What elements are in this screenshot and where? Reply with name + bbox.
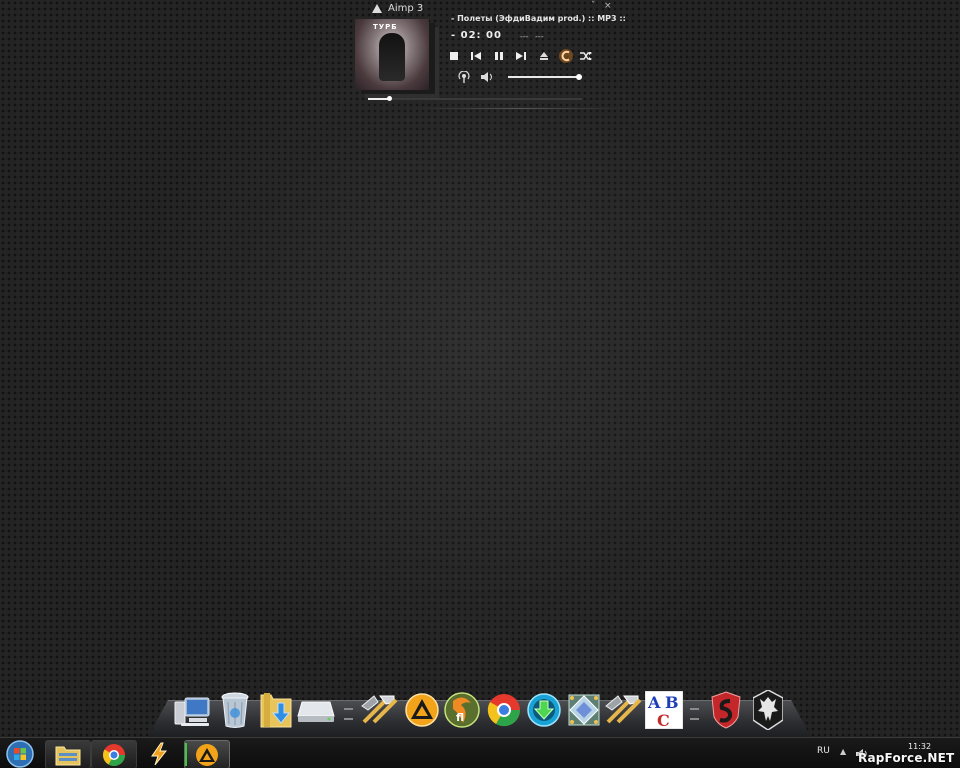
aimp-title: Aimp 3	[388, 2, 424, 14]
taskbar-item-chrome[interactable]	[91, 740, 137, 768]
taskbar: RU ▲ 11:32	[0, 737, 960, 768]
dock-item-shield-app[interactable]	[706, 690, 746, 730]
shield-icon	[711, 691, 741, 729]
eject-icon	[540, 52, 548, 60]
recycle-bin-icon	[221, 692, 249, 728]
folder-icon	[55, 746, 81, 765]
radio-button[interactable]	[458, 70, 470, 84]
abc-icon: A B C	[645, 691, 683, 729]
svg-text:fl: fl	[456, 711, 464, 724]
dock-separator	[690, 708, 699, 720]
active-indicator	[185, 743, 187, 766]
seek-bar[interactable]	[368, 96, 582, 101]
next-icon	[516, 52, 526, 60]
widget-divider	[420, 108, 620, 109]
abc-letter-c: C	[657, 711, 670, 729]
dock-item-download-manager[interactable]	[524, 690, 564, 730]
chrome-icon	[487, 694, 521, 727]
dock-item-fl-studio[interactable]: fl	[442, 690, 482, 730]
taskbar-item-winamp[interactable]	[137, 740, 181, 767]
volume-slider[interactable]	[508, 74, 583, 80]
dock-item-skyrim[interactable]	[748, 690, 788, 730]
language-indicator[interactable]: RU	[817, 746, 830, 756]
dock-item-downloads[interactable]	[256, 690, 296, 730]
abc-letter-a: A	[647, 693, 661, 712]
aimp-icon	[405, 693, 439, 727]
hammer-icon	[605, 695, 642, 724]
chrome-icon	[103, 743, 125, 766]
dock-item-abc[interactable]: A B C	[644, 690, 684, 730]
track-info: - Полеты (ЭфдиВадим prod.) :: MP3 ::	[451, 14, 626, 23]
minimize-button[interactable]: ˇ	[591, 1, 596, 11]
previous-button[interactable]	[470, 49, 482, 63]
pause-icon	[495, 52, 503, 60]
aimp-titlebar[interactable]: Aimp 3 ˇ ×	[358, 1, 612, 15]
download-manager-icon	[527, 693, 561, 727]
broadcast-icon	[458, 71, 470, 83]
watermark: RapForce.NET	[858, 751, 955, 765]
skyrim-icon	[753, 690, 783, 730]
aimp-icon	[196, 743, 218, 766]
playback-controls	[448, 49, 598, 63]
repeat-icon	[559, 49, 573, 63]
dock-item-chrome[interactable]	[484, 690, 524, 730]
taskbar-item-aimp[interactable]	[184, 740, 230, 768]
time-display[interactable]: - 02: 00	[451, 30, 502, 41]
secondary-controls	[456, 70, 596, 84]
aimp-player-widget: Aimp 3 ˇ × ТУРБ - Полеты (ЭфдиВадим prod…	[350, 0, 626, 112]
shuffle-icon	[580, 52, 592, 60]
dock-item-tools-2[interactable]	[604, 690, 644, 730]
stop-icon	[450, 52, 458, 60]
previous-icon	[471, 52, 481, 60]
downloads-folder-icon	[260, 693, 292, 728]
next-button[interactable]	[515, 49, 527, 63]
album-cover[interactable]: ТУРБ	[355, 19, 429, 90]
dock-item-crystal-app[interactable]	[564, 690, 604, 730]
clock[interactable]: 11:32	[908, 742, 931, 751]
dock-item-recycle-bin[interactable]	[215, 690, 255, 730]
taskbar-item-explorer[interactable]	[45, 740, 91, 768]
lightning-icon	[151, 742, 168, 765]
seek-bar-progress	[368, 98, 390, 100]
cover-text: ТУРБ	[373, 23, 398, 31]
repeat-button[interactable]	[558, 49, 574, 63]
dock-item-aimp[interactable]	[402, 690, 442, 730]
dock: fl A B C	[148, 690, 811, 737]
drive-icon	[297, 701, 335, 722]
eject-button[interactable]	[538, 49, 550, 63]
shuffle-button[interactable]	[580, 49, 592, 63]
pause-button[interactable]	[493, 49, 505, 63]
dock-item-tools[interactable]	[360, 690, 400, 730]
seek-bar-knob[interactable]	[387, 96, 393, 101]
volume-button[interactable]	[481, 70, 493, 84]
abc-letter-b: B	[665, 693, 679, 712]
aimp-logo-icon	[372, 3, 382, 13]
volume-slider-knob[interactable]	[576, 74, 583, 80]
speaker-icon	[481, 72, 492, 82]
hammer-icon	[361, 695, 398, 724]
dock-item-computer[interactable]	[172, 690, 212, 730]
stop-button[interactable]	[448, 49, 460, 63]
start-button[interactable]	[4, 739, 36, 768]
show-hidden-icons-button[interactable]: ▲	[840, 747, 846, 756]
dock-separator	[344, 708, 353, 720]
cover-figure	[379, 33, 405, 81]
dock-item-drive[interactable]	[296, 690, 336, 730]
fl-studio-icon: fl	[444, 692, 480, 728]
windows-orb-icon	[6, 740, 34, 768]
bitrate-display: ---	[520, 32, 529, 41]
computer-icon	[174, 697, 210, 726]
samplerate-display: ---	[535, 32, 544, 41]
crystal-icon	[568, 694, 600, 726]
close-button[interactable]: ×	[604, 1, 612, 11]
